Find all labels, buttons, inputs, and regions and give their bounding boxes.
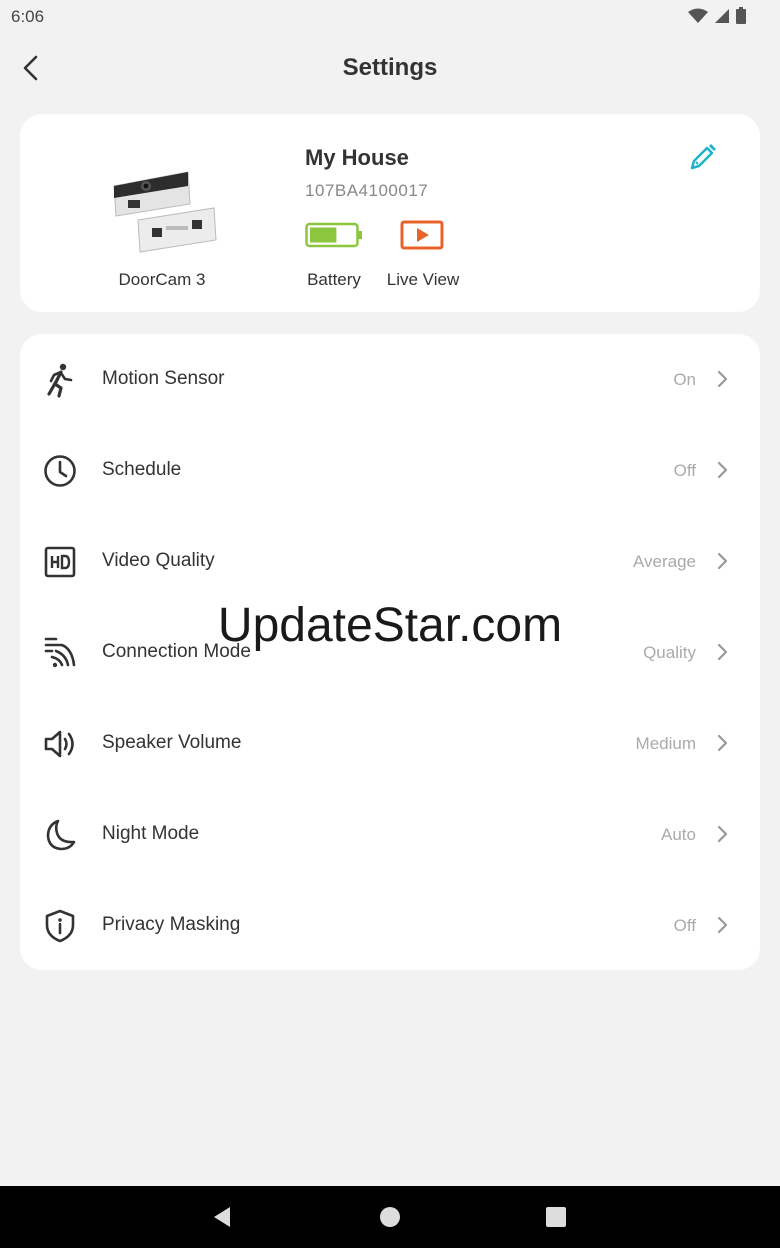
page-title: Settings: [342, 54, 438, 81]
chevron-right-icon: [717, 734, 728, 752]
shield-info-icon: [45, 909, 75, 943]
chevron-right-icon: [717, 552, 728, 570]
battery-status-icon: [736, 7, 746, 24]
setting-value: Auto: [661, 825, 696, 844]
hd-icon: [44, 546, 76, 578]
pencil-icon: [690, 144, 716, 170]
system-nav-bar: [0, 1186, 780, 1248]
device-card: DoorCam 3 My House 107BA4100017 Battery …: [20, 114, 760, 312]
status-icons: [688, 7, 746, 24]
battery-level-icon: [305, 222, 362, 248]
status-time: 6:06: [11, 7, 45, 26]
speaker-icon: [44, 730, 74, 758]
setting-row-motion-sensor[interactable]: Motion Sensor On: [20, 334, 760, 425]
live-view-button[interactable]: [400, 220, 444, 250]
live-view-label: Live View: [386, 270, 460, 289]
setting-value: Medium: [635, 734, 696, 753]
device-serial: 107BA4100017: [305, 181, 429, 200]
setting-label: Connection Mode: [102, 641, 251, 662]
chevron-right-icon: [717, 916, 728, 934]
clock-icon: [44, 455, 76, 487]
nav-back-icon[interactable]: [208, 1203, 236, 1231]
wifi-icon: [688, 8, 708, 23]
setting-value: On: [673, 370, 696, 389]
moon-icon: [46, 819, 76, 851]
setting-value: Off: [673, 916, 696, 935]
setting-label: Video Quality: [102, 550, 215, 571]
chevron-right-icon: [717, 643, 728, 661]
settings-list: Motion Sensor On Schedule Off Video Qual…: [20, 334, 760, 970]
chevron-right-icon: [717, 370, 728, 388]
device-model: DoorCam 3: [118, 270, 206, 289]
setting-value: Quality: [643, 643, 696, 662]
setting-label: Night Mode: [102, 823, 200, 844]
setting-label: Privacy Masking: [102, 914, 241, 935]
setting-row-speaker-volume[interactable]: Speaker Volume Medium: [20, 698, 760, 789]
nav-recents-icon[interactable]: [542, 1203, 570, 1231]
setting-value: Off: [673, 461, 696, 480]
battery-label: Battery: [307, 270, 361, 289]
setting-value: Average: [632, 552, 696, 571]
device-name: My House: [305, 145, 409, 170]
setting-label: Speaker Volume: [102, 732, 242, 753]
setting-row-video-quality[interactable]: Video Quality Average: [20, 516, 760, 607]
doorcam-device-image: [113, 171, 217, 253]
running-person-icon: [47, 363, 73, 398]
signal-waves-icon: [44, 637, 76, 668]
setting-label: Motion Sensor: [102, 368, 225, 389]
setting-row-privacy-masking[interactable]: Privacy Masking Off: [20, 880, 760, 971]
nav-home-icon[interactable]: [376, 1203, 404, 1231]
setting-row-schedule[interactable]: Schedule Off: [20, 425, 760, 516]
chevron-right-icon: [717, 461, 728, 479]
status-bar: 6:06: [0, 0, 780, 34]
edit-device-button[interactable]: [688, 142, 718, 172]
setting-label: Schedule: [102, 459, 182, 480]
play-video-icon: [400, 220, 444, 250]
setting-row-connection-mode[interactable]: Connection Mode Quality: [20, 607, 760, 698]
chevron-right-icon: [717, 825, 728, 843]
setting-row-night-mode[interactable]: Night Mode Auto: [20, 789, 760, 880]
app-bar: Settings: [0, 34, 780, 104]
cell-signal-icon: [715, 8, 729, 23]
